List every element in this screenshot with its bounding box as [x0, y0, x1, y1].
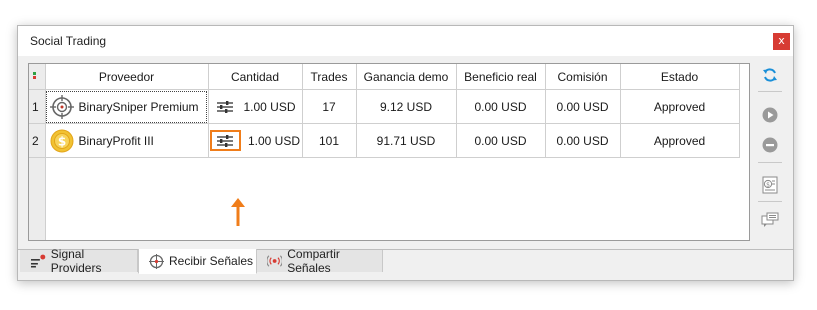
row-index: 1: [29, 89, 46, 124]
tab-label: Compartir Señales: [287, 247, 340, 275]
refresh-icon[interactable]: [760, 65, 780, 85]
settings-sliders-icon[interactable]: [214, 98, 236, 116]
signal-bars-icon: [30, 254, 46, 268]
remove-icon[interactable]: [760, 135, 780, 155]
real-profit-cell: 0.00 USD: [456, 89, 546, 124]
status-cell: Approved: [620, 89, 740, 124]
bottom-tab-bar: Signal Providers Recibir Señales Compart…: [18, 247, 793, 280]
tab-compartir-senales[interactable]: Compartir Señales: [257, 247, 383, 275]
status-cell: Approved: [620, 123, 740, 158]
gold-dollar-coin-icon: $: [50, 129, 73, 152]
column-header-trades[interactable]: Trades: [302, 64, 357, 90]
title-bar: Social Trading x: [18, 26, 793, 56]
provider-cell[interactable]: $ BinaryProfit III: [45, 123, 209, 158]
tab-recibir-senales[interactable]: Recibir Señales: [138, 249, 257, 274]
broadcast-icon: [267, 255, 283, 267]
provider-cell[interactable]: BinarySniper Premium: [45, 89, 209, 124]
table-row[interactable]: 2 $ BinaryProfit III 1.00 USD 101 91.71 …: [29, 123, 740, 158]
svg-text:$: $: [57, 134, 65, 148]
chat-icon[interactable]: [760, 210, 780, 230]
column-header-comision[interactable]: Comisión: [545, 64, 621, 90]
social-trading-window: Social Trading x Proveedor Cantidad Trad…: [17, 25, 794, 281]
provider-name: BinaryProfit III: [78, 133, 154, 148]
toolbar-separator: [758, 91, 782, 92]
toolbar-separator: [758, 201, 782, 202]
dollar-document-icon[interactable]: $: [760, 175, 780, 195]
providers-grid: Proveedor Cantidad Trades Ganancia demo …: [28, 63, 750, 241]
close-button[interactable]: x: [773, 33, 790, 50]
commission-cell: 0.00 USD: [545, 123, 621, 158]
column-header-cantidad[interactable]: Cantidad: [208, 64, 303, 90]
amount-value: 1.00 USD: [243, 99, 296, 114]
real-profit-cell: 0.00 USD: [456, 123, 546, 158]
table-header-row: Proveedor Cantidad Trades Ganancia demo …: [29, 64, 740, 90]
demo-profit-cell: 9.12 USD: [356, 89, 457, 124]
amount-value: 1.00 USD: [247, 133, 301, 148]
trades-cell: 101: [302, 123, 357, 158]
side-toolbar: $: [758, 63, 782, 239]
crosshair-target-icon: [49, 94, 74, 119]
corner-cell: [29, 64, 46, 90]
column-header-estado[interactable]: Estado: [620, 64, 740, 90]
providers-table: Proveedor Cantidad Trades Ganancia demo …: [29, 64, 740, 158]
row-index: 2: [29, 123, 46, 158]
tab-label: Recibir Señales: [169, 254, 254, 268]
orange-arrow-up-icon: [231, 198, 245, 226]
tab-signal-providers[interactable]: Signal Providers: [20, 247, 138, 275]
column-header-beneficio-real[interactable]: Beneficio real: [456, 64, 546, 90]
crosshair-icon: [149, 253, 164, 269]
column-header-ganancia-demo[interactable]: Ganancia demo: [356, 64, 457, 90]
amount-cell[interactable]: 1.00 USD: [208, 123, 303, 158]
demo-profit-cell: 91.71 USD: [356, 123, 457, 158]
provider-name: BinarySniper Premium: [78, 99, 199, 114]
svg-text:$: $: [766, 182, 770, 189]
settings-sliders-icon[interactable]: [209, 130, 241, 151]
play-icon[interactable]: [760, 105, 780, 125]
column-header-proveedor[interactable]: Proveedor: [45, 64, 209, 90]
trades-cell: 17: [302, 89, 357, 124]
toolbar-separator: [758, 162, 782, 163]
amount-cell[interactable]: 1.00 USD: [208, 89, 303, 124]
tab-label: Signal Providers: [50, 247, 102, 275]
status-dots-icon: [33, 71, 36, 79]
table-row[interactable]: 1 BinarySniper Premium 1.00 USD 17 9.12 …: [29, 89, 740, 124]
window-title: Social Trading: [30, 34, 107, 48]
commission-cell: 0.00 USD: [545, 89, 621, 124]
